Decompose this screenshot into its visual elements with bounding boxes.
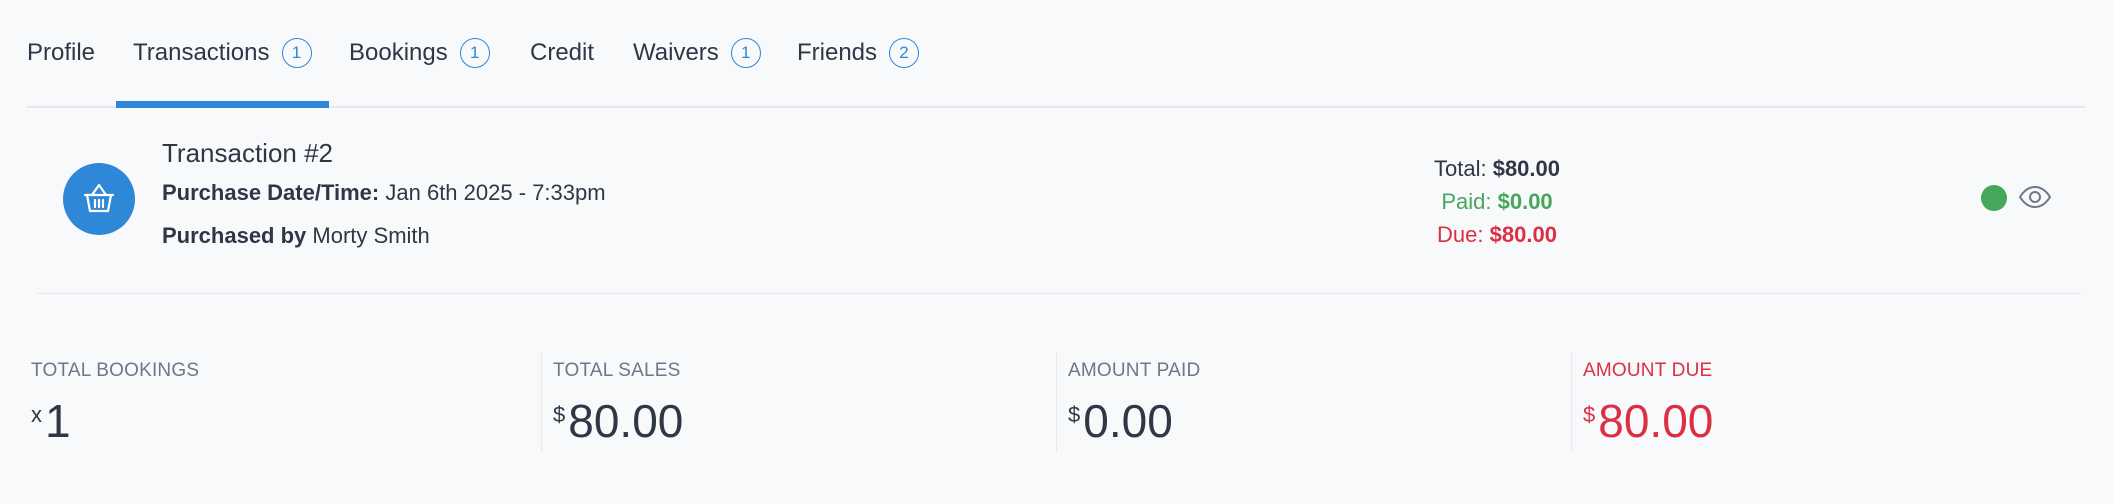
due-value: $80.00 xyxy=(1489,222,1557,247)
total-label: Total: xyxy=(1433,156,1487,181)
stat-number: 80.00 xyxy=(568,395,684,447)
stat-prefix: $ xyxy=(553,402,566,427)
paid-line: Paid: $0.00 xyxy=(1397,185,1597,218)
purchased-by-label: Purchased by xyxy=(162,223,307,248)
tab-profile[interactable]: Profile xyxy=(27,0,95,106)
tab-bookings[interactable]: Bookings 1 xyxy=(349,0,490,106)
stat-divider xyxy=(1056,352,1057,452)
tab-label: Profile xyxy=(27,39,96,66)
stat-label: AMOUNT PAID xyxy=(1068,360,1201,381)
purchase-date-label: Purchase Date/Time: xyxy=(162,180,380,205)
due-label: Due: xyxy=(1437,222,1484,247)
count-badge: 1 xyxy=(281,38,312,68)
count-badge: 1 xyxy=(730,38,761,68)
paid-value: $0.00 xyxy=(1497,189,1553,214)
tab-label: Bookings xyxy=(349,39,448,66)
tab-bar: Profile Transactions 1 Bookings 1 Credit… xyxy=(27,0,2085,108)
stat-label: TOTAL SALES xyxy=(553,360,681,381)
stat-divider xyxy=(1571,352,1572,452)
tab-label: Transactions xyxy=(133,39,270,66)
transaction-row[interactable]: Transaction #2 Purchase Date/Time: Jan 6… xyxy=(37,110,2081,294)
tab-label: Waivers xyxy=(633,39,719,66)
transaction-title: Transaction #2 xyxy=(162,138,334,168)
purchase-date-value: Jan 6th 2025 - 7:33pm xyxy=(385,180,606,205)
basket-icon xyxy=(63,163,135,235)
stat-total-sales: TOTAL SALES $80.00 xyxy=(541,350,1055,454)
stat-prefix: x xyxy=(31,402,42,427)
purchased-by: Purchased by Morty Smith xyxy=(162,223,430,249)
purchased-by-value: Morty Smith xyxy=(312,223,430,248)
total-value: $80.00 xyxy=(1492,156,1560,181)
tab-credit[interactable]: Credit xyxy=(530,0,594,106)
count-badge: 1 xyxy=(459,38,490,68)
view-eye-icon[interactable] xyxy=(2017,182,2053,212)
paid-label: Paid: xyxy=(1441,189,1492,214)
tab-label: Friends xyxy=(797,39,878,66)
stat-number: 0.00 xyxy=(1083,395,1173,447)
tab-transactions[interactable]: Transactions 1 xyxy=(116,0,328,108)
status-indicator xyxy=(1981,185,2007,211)
stat-divider xyxy=(541,352,542,452)
stat-value: $0.00 xyxy=(1068,394,1173,448)
stat-amount-due: AMOUNT DUE $80.00 xyxy=(1571,350,2091,454)
summary-stats: TOTAL BOOKINGS x1 TOTAL SALES $80.00 AMO… xyxy=(0,350,2114,454)
stat-prefix: $ xyxy=(1068,402,1081,427)
stat-number: 80.00 xyxy=(1598,395,1714,447)
transaction-totals: Total: $80.00 Paid: $0.00 Due: $80.00 xyxy=(1397,152,1597,251)
count-badge: 2 xyxy=(889,38,920,68)
stat-number: 1 xyxy=(45,395,71,447)
stat-value: $80.00 xyxy=(553,394,683,448)
stat-value: $80.00 xyxy=(1583,394,1713,448)
stat-total-bookings: TOTAL BOOKINGS x1 xyxy=(19,350,541,454)
purchase-date: Purchase Date/Time: Jan 6th 2025 - 7:33p… xyxy=(162,180,606,206)
stat-value: x1 xyxy=(31,394,71,448)
due-line: Due: $80.00 xyxy=(1397,218,1597,251)
tab-waivers[interactable]: Waivers 1 xyxy=(633,0,761,106)
tab-label: Credit xyxy=(530,39,595,66)
tab-friends[interactable]: Friends 2 xyxy=(797,0,920,106)
stat-label: TOTAL BOOKINGS xyxy=(31,360,200,381)
stat-label: AMOUNT DUE xyxy=(1583,360,1713,381)
stat-amount-paid: AMOUNT PAID $0.00 xyxy=(1056,350,1570,454)
stat-prefix: $ xyxy=(1583,402,1596,427)
total-line: Total: $80.00 xyxy=(1397,152,1597,185)
